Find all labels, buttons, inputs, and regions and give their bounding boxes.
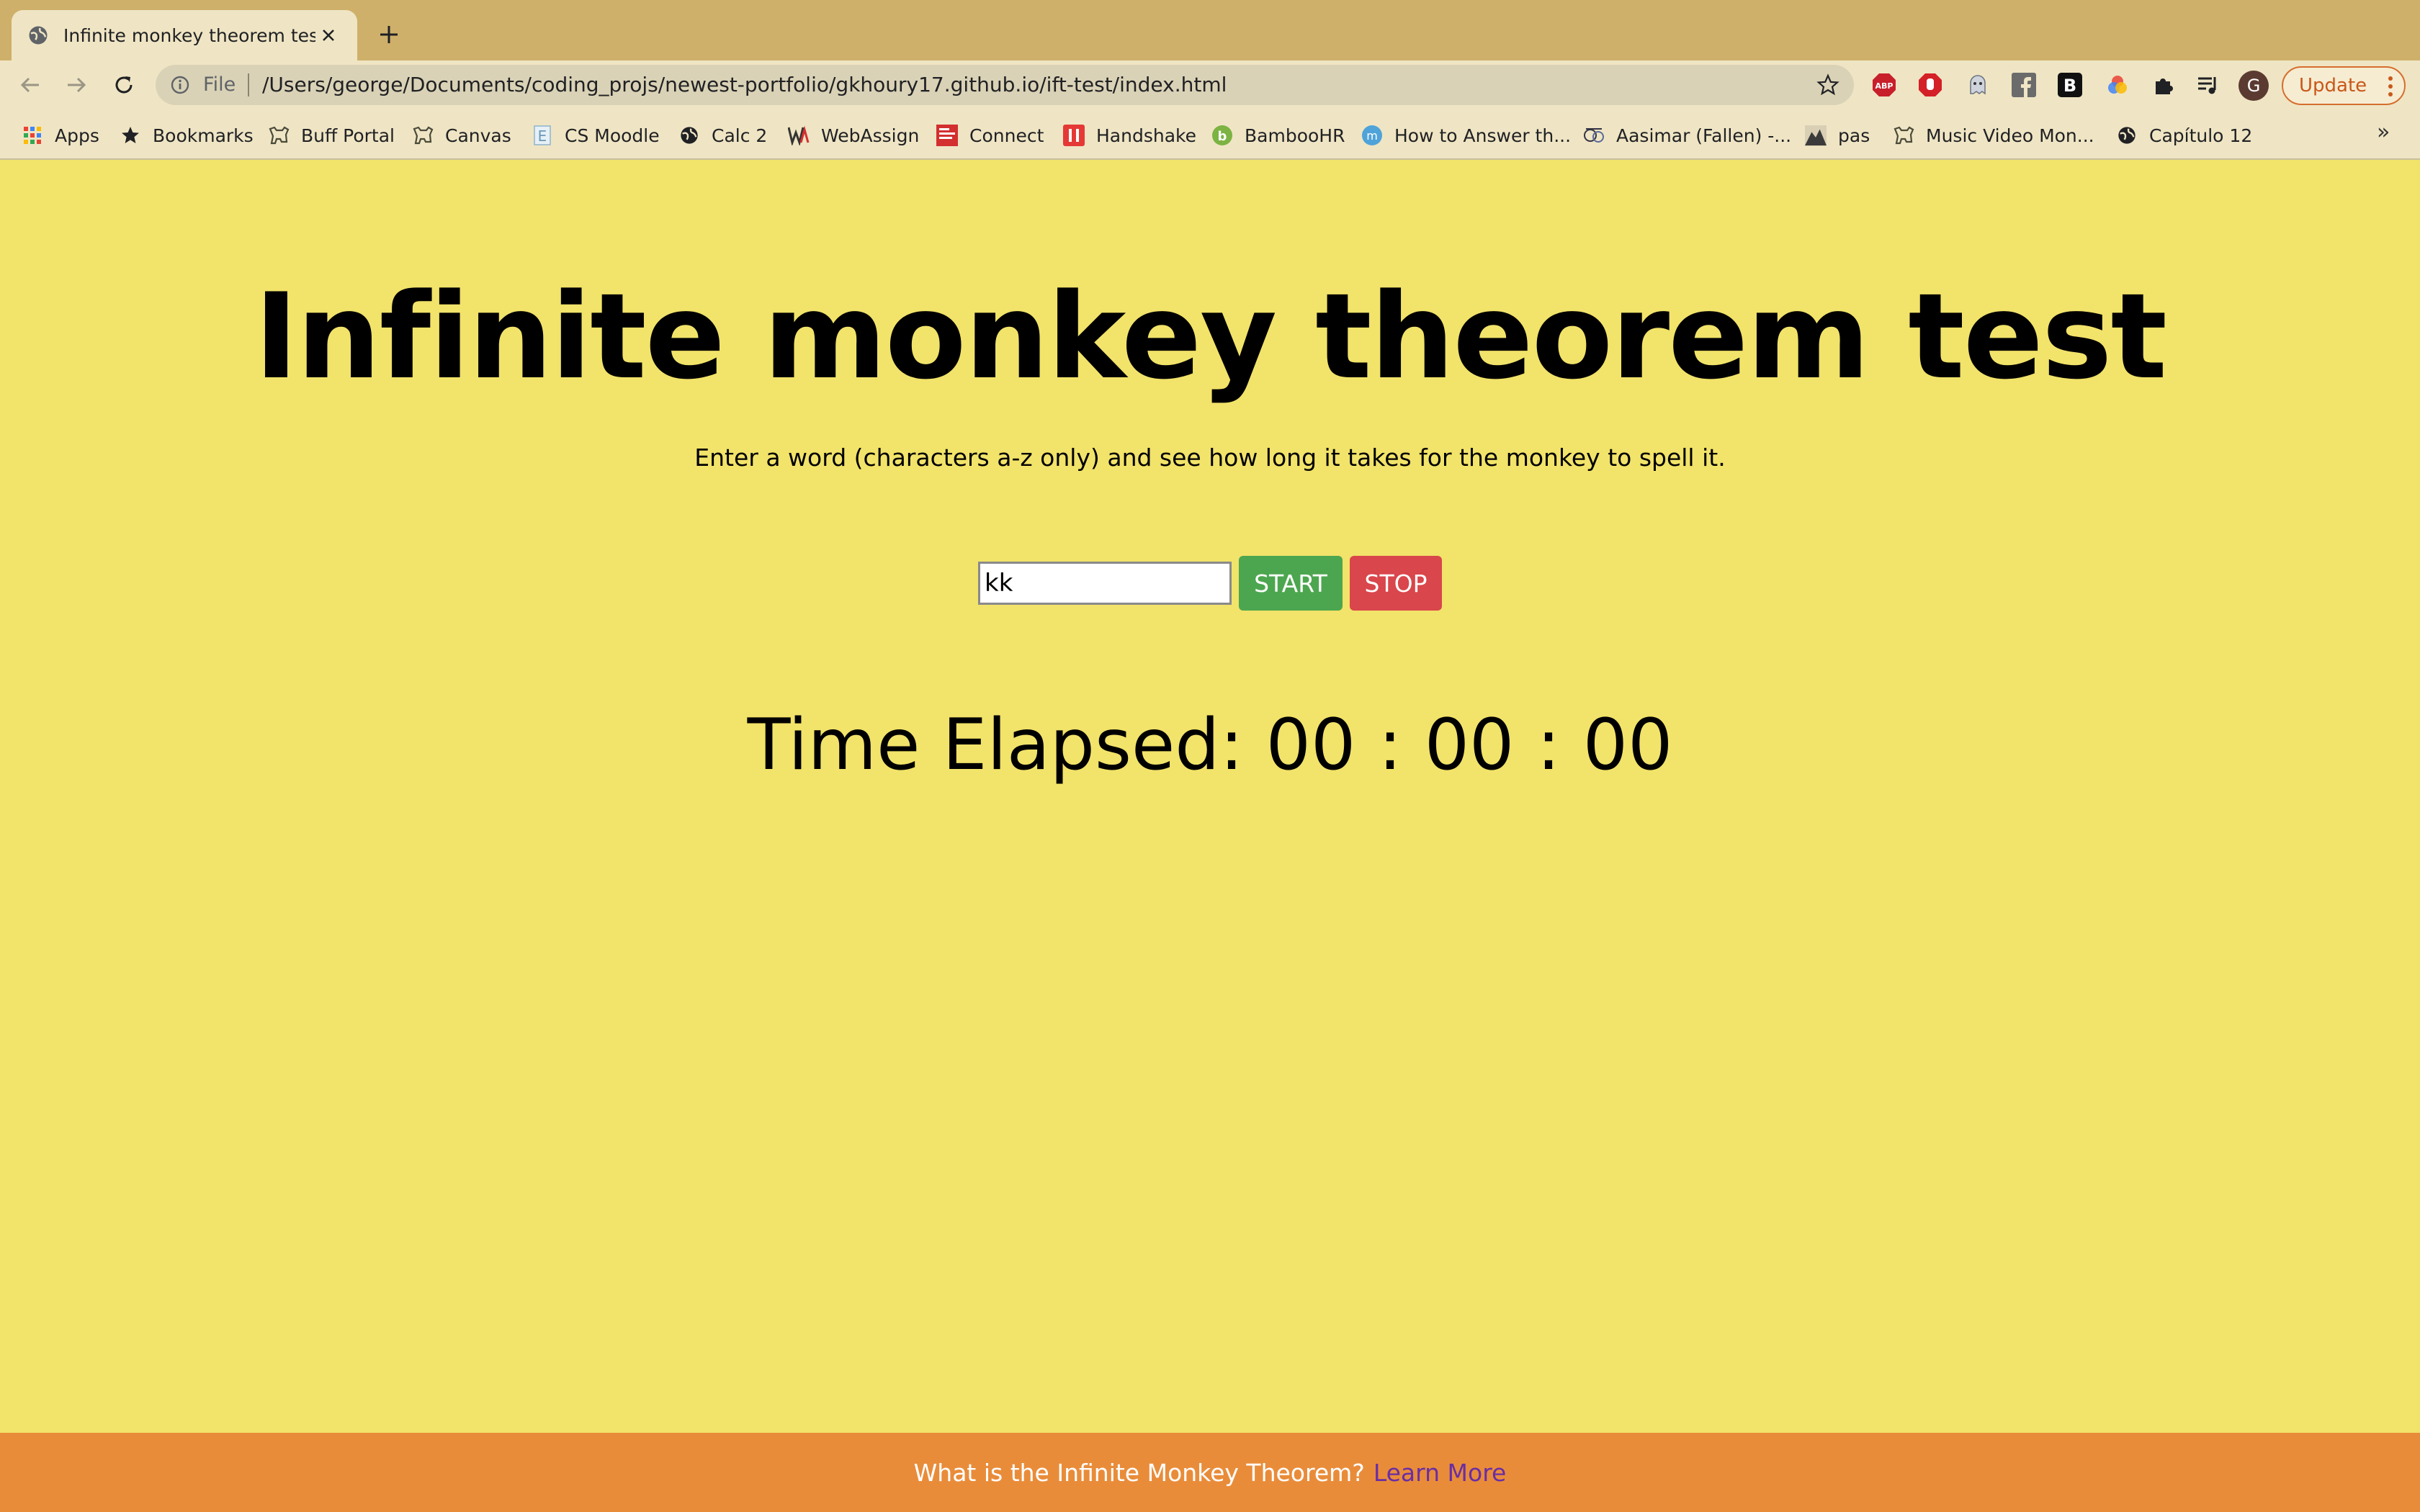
bookmark-label: Music Video Mon... bbox=[1926, 125, 2094, 146]
svg-text:b: b bbox=[1218, 129, 1227, 144]
reload-icon bbox=[115, 76, 133, 94]
mountain-icon bbox=[1805, 125, 1827, 146]
bookmark-label: WebAssign bbox=[821, 125, 920, 146]
bookmark-label: Apps bbox=[55, 125, 99, 146]
stop-button[interactable]: STOP bbox=[1350, 556, 1442, 611]
arrow-left-icon bbox=[20, 77, 39, 93]
bookmark-canvas[interactable]: Canvas bbox=[412, 122, 511, 148]
instructions-text: Enter a word (characters a-z only) and s… bbox=[694, 444, 1726, 472]
footer-question: What is the Infinite Monkey Theorem? bbox=[913, 1458, 1365, 1487]
bookmarks-bar: Apps Bookmarks Buff Portal Canvas E CS M… bbox=[0, 109, 2420, 160]
bookmark-music-video[interactable]: Music Video Mon... bbox=[1893, 122, 2094, 148]
address-bar[interactable]: File /Users/george/Documents/coding_proj… bbox=[156, 65, 1854, 105]
bookmark-label: pas bbox=[1838, 125, 1870, 146]
word-input[interactable] bbox=[978, 562, 1232, 605]
star-icon bbox=[120, 125, 141, 146]
svg-text:ABP: ABP bbox=[1876, 81, 1894, 91]
bookmark-label: How to Answer th... bbox=[1394, 125, 1572, 146]
bookmark-apps[interactable]: Apps bbox=[22, 122, 99, 148]
globe-icon bbox=[29, 26, 48, 45]
b-icon[interactable]: B bbox=[2057, 72, 2083, 98]
bookmark-star-icon[interactable] bbox=[1816, 73, 1839, 96]
bookmark-label: Calc 2 bbox=[712, 125, 768, 146]
omnibox-divider bbox=[248, 73, 249, 96]
close-tab-icon[interactable] bbox=[315, 22, 341, 48]
bookmark-label: Buff Portal bbox=[301, 125, 395, 146]
page-title: Infinite monkey theorem test bbox=[254, 268, 2167, 405]
time-elapsed: Time Elapsed: 00 : 00 : 00 bbox=[747, 704, 1673, 786]
new-tab-button[interactable] bbox=[373, 19, 405, 50]
bookmark-pas[interactable]: pas bbox=[1805, 122, 1870, 148]
moodle-icon: E bbox=[532, 125, 553, 146]
bookmark-label: BambooHR bbox=[1245, 125, 1345, 146]
bookmark-how-to-answer[interactable]: m How to Answer th... bbox=[1361, 122, 1571, 148]
bookmark-label: Connect bbox=[969, 125, 1044, 146]
forward-button[interactable] bbox=[59, 68, 94, 102]
dnd-icon bbox=[1583, 125, 1605, 146]
apps-grid-icon bbox=[22, 125, 43, 146]
globe-icon bbox=[678, 125, 700, 146]
start-button[interactable]: START bbox=[1239, 556, 1343, 611]
browser-toolbar: File /Users/george/Documents/coding_proj… bbox=[0, 60, 2420, 109]
bookmark-handshake[interactable]: Handshake bbox=[1063, 122, 1196, 148]
buffalo-icon bbox=[1893, 125, 1914, 146]
bookmark-label: Aasimar (Fallen) -... bbox=[1616, 125, 1792, 146]
queue-icon[interactable] bbox=[2195, 72, 2221, 98]
bookmark-label: Canvas bbox=[445, 125, 511, 146]
facebook-icon[interactable] bbox=[2011, 72, 2037, 98]
profile-avatar[interactable]: G bbox=[2238, 71, 2269, 101]
info-icon[interactable] bbox=[170, 75, 190, 95]
plus-icon bbox=[380, 26, 398, 43]
url-text[interactable]: /Users/george/Documents/coding_projs/new… bbox=[262, 73, 1227, 96]
svg-text:B: B bbox=[2063, 76, 2076, 96]
bookmark-connect[interactable]: Connect bbox=[936, 122, 1044, 148]
bookmark-label: CS Moodle bbox=[565, 125, 660, 146]
globe-icon bbox=[2116, 125, 2138, 146]
webassign-icon bbox=[788, 125, 810, 146]
page-body: Infinite monkey theorem test Enter a wor… bbox=[0, 160, 2420, 1433]
footer: What is the Infinite Monkey Theorem? Lea… bbox=[0, 1433, 2420, 1512]
tab-title: Infinite monkey theorem test bbox=[63, 24, 315, 46]
m-circle-icon: m bbox=[1361, 125, 1383, 146]
handshake-icon bbox=[1063, 125, 1085, 146]
browser-tab[interactable]: Infinite monkey theorem test bbox=[12, 10, 357, 60]
bookmark-webassign[interactable]: WebAssign bbox=[788, 122, 919, 148]
tab-strip: Infinite monkey theorem test bbox=[0, 0, 2420, 60]
bookmark-buff-portal[interactable]: Buff Portal bbox=[268, 122, 395, 148]
kebab-menu-icon bbox=[2388, 76, 2393, 96]
svg-text:E: E bbox=[538, 127, 547, 145]
bookmark-bookmarks[interactable]: Bookmarks bbox=[120, 122, 254, 148]
stop-hand-icon[interactable] bbox=[1917, 72, 1943, 98]
arrow-right-icon bbox=[68, 77, 86, 93]
reload-button[interactable] bbox=[107, 68, 141, 102]
bookmark-label: Bookmarks bbox=[153, 125, 254, 146]
more-bookmarks-chevron[interactable]: » bbox=[2377, 120, 2390, 145]
buffalo-icon bbox=[268, 125, 290, 146]
puzzle-icon[interactable] bbox=[2151, 72, 2177, 98]
ghost-icon[interactable] bbox=[1965, 72, 1991, 98]
adblock-plus-icon[interactable]: ABP bbox=[1871, 72, 1897, 98]
update-label: Update bbox=[2299, 75, 2367, 96]
svg-text:m: m bbox=[1366, 129, 1378, 143]
bamboo-icon: b bbox=[1211, 125, 1233, 146]
update-button[interactable]: Update bbox=[2282, 66, 2406, 105]
color-wheel-icon[interactable] bbox=[2105, 72, 2130, 98]
bookmark-label: Capítulo 12 bbox=[2149, 125, 2253, 146]
bookmark-cs-moodle[interactable]: E CS Moodle bbox=[532, 122, 660, 148]
buffalo-icon bbox=[412, 125, 434, 146]
bookmark-aasimar[interactable]: Aasimar (Fallen) -... bbox=[1583, 122, 1791, 148]
bookmark-label: Handshake bbox=[1096, 125, 1196, 146]
back-button[interactable] bbox=[13, 68, 48, 102]
learn-more-link[interactable]: Learn More bbox=[1373, 1459, 1507, 1487]
bookmark-calc-2[interactable]: Calc 2 bbox=[678, 122, 767, 148]
word-controls: START STOP bbox=[978, 556, 1442, 611]
connect-icon bbox=[936, 125, 958, 146]
file-scheme-label: File bbox=[203, 73, 236, 96]
bookmark-bamboohr[interactable]: b BambooHR bbox=[1211, 122, 1345, 148]
bookmark-capitulo-12[interactable]: Capítulo 12 bbox=[2116, 122, 2252, 148]
